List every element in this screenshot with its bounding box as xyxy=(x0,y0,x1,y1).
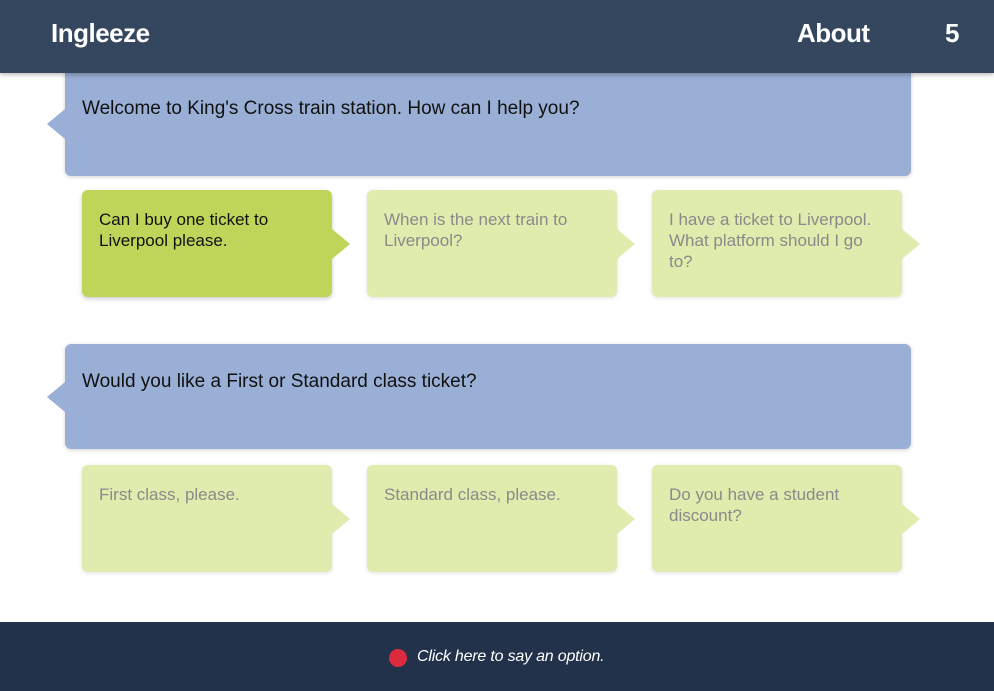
top-nav-bar: Ingleeze About 5 xyxy=(0,0,994,73)
speak-instruction: Click here to say an option. xyxy=(417,648,605,665)
about-link[interactable]: About xyxy=(797,18,870,49)
speak-option-bar[interactable]: Click here to say an option. xyxy=(0,622,994,691)
speaker-prompt-bubble: Would you like a First or Standard class… xyxy=(47,344,911,449)
option-text: First class, please. xyxy=(99,485,240,504)
answer-option[interactable]: Do you have a student discount? xyxy=(652,465,920,572)
answer-option[interactable]: When is the next train to Liverpool? xyxy=(367,190,635,297)
option-text: When is the next train to Liverpool? xyxy=(384,210,568,250)
option-text: I have a ticket to Liverpool. What platf… xyxy=(669,210,872,271)
prompt-text: Would you like a First or Standard class… xyxy=(82,371,477,392)
speaker-prompt-bubble: Welcome to King's Cross train station. H… xyxy=(47,71,911,176)
option-text: Do you have a student discount? xyxy=(669,485,840,525)
option-text: Standard class, please. xyxy=(384,485,561,504)
option-text: Can I buy one ticket to Liverpool please… xyxy=(99,210,269,250)
prompt-text: Welcome to King's Cross train station. H… xyxy=(82,98,580,119)
brand-logo[interactable]: Ingleeze xyxy=(51,18,150,49)
record-dot-icon xyxy=(389,649,407,667)
score-counter: 5 xyxy=(945,18,960,48)
answer-option[interactable]: I have a ticket to Liverpool. What platf… xyxy=(652,190,920,297)
answer-option[interactable]: First class, please. xyxy=(82,465,350,572)
answer-option[interactable]: Standard class, please. xyxy=(367,465,635,572)
answer-option-selected[interactable]: Can I buy one ticket to Liverpool please… xyxy=(82,190,350,297)
page: Ingleeze About 5 Welcome to King's Cross… xyxy=(0,0,994,691)
